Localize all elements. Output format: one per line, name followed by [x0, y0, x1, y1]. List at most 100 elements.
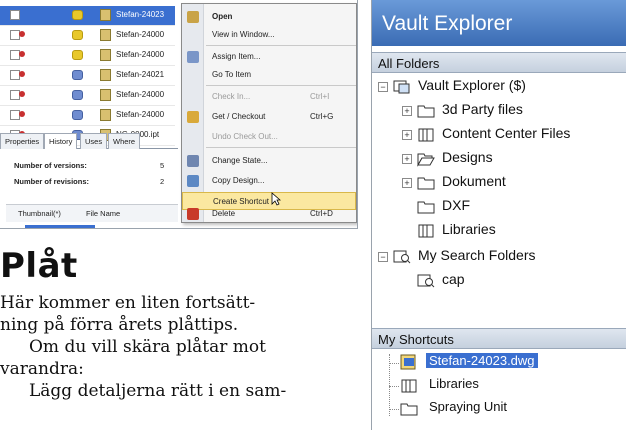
- folder-icon: [417, 105, 435, 118]
- part-file-icon: [100, 89, 111, 101]
- shortcut-label: Spraying Unit: [429, 399, 508, 414]
- status-pin-icon: [19, 31, 25, 37]
- col-file-name[interactable]: File Name: [86, 209, 120, 218]
- expand-icon[interactable]: +: [402, 130, 412, 140]
- part-file-icon: [100, 109, 111, 121]
- file-name: Stefan-24000: [116, 90, 165, 99]
- status-icon: [72, 50, 83, 60]
- file-row[interactable]: Stefan-24021: [0, 66, 175, 86]
- revisions-label: Number of revisions:: [14, 177, 90, 186]
- file-name: Stefan-24023: [116, 10, 165, 19]
- checkout-icon: [187, 111, 199, 123]
- assign-item-icon: [187, 51, 199, 63]
- shortcut-label: Stefan-24023.dwg: [426, 353, 538, 368]
- history-panel: Number of versions: 5 Number of revision…: [0, 150, 178, 228]
- article: Plåt Här kommer en liten fortsätt- ning …: [0, 248, 358, 402]
- all-folders-header[interactable]: All Folders: [372, 52, 626, 73]
- drawing-file-icon: [100, 9, 111, 21]
- vault-file-screenshot: Stefan-24023 Stefan-24000 Stefan-24000 S…: [0, 0, 358, 229]
- tree-connector: [389, 363, 399, 364]
- article-line: ning på förra årets plåttips.: [0, 315, 239, 335]
- tree-node-label: Dokument: [442, 173, 506, 189]
- expand-icon[interactable]: +: [402, 154, 412, 164]
- menu-item-undo-check-out[interactable]: Undo Check Out...: [182, 128, 356, 146]
- file-row[interactable]: Stefan-24000: [0, 26, 175, 46]
- drawing-file-icon: [100, 49, 111, 61]
- status-icon: [72, 70, 83, 80]
- tree-connector: [389, 409, 399, 410]
- status-icon: [72, 110, 83, 120]
- tree-node-label: 3d Party files: [442, 101, 523, 117]
- col-thumbnail[interactable]: Thumbnail(*): [18, 209, 61, 218]
- menu-separator: [206, 85, 356, 86]
- my-shortcuts-header[interactable]: My Shortcuts: [372, 328, 626, 349]
- folder-icon: [417, 177, 435, 190]
- article-body: Här kommer en liten fortsätt- ning på fö…: [0, 292, 358, 402]
- property-tabs: Properties History Uses Where: [0, 129, 178, 149]
- collapse-icon[interactable]: −: [378, 252, 388, 262]
- tree-node-label: Designs: [442, 149, 493, 165]
- checkbox[interactable]: [10, 10, 20, 20]
- article-line: varandra:: [0, 359, 84, 379]
- tab-history[interactable]: History: [44, 133, 78, 149]
- versions-value: 5: [160, 161, 165, 170]
- file-row[interactable]: Stefan-24000: [0, 86, 175, 106]
- file-name: Stefan-24021: [116, 70, 165, 79]
- status-pin-icon: [19, 71, 25, 77]
- mouse-pointer-icon: [271, 192, 281, 206]
- tab-properties[interactable]: Properties: [0, 133, 45, 149]
- library-icon: [418, 224, 434, 238]
- menu-item-view-in-window[interactable]: View in Window...: [182, 26, 356, 44]
- article-line: Lägg detaljerna rätt i en sam-: [29, 381, 287, 401]
- search-folder-icon: [393, 250, 411, 264]
- panel-title: Vault Explorer: [372, 0, 626, 46]
- menu-item-go-to-item[interactable]: Go To Item: [182, 66, 356, 84]
- tree-connector: [389, 386, 399, 387]
- selected-row-strip: [25, 225, 95, 228]
- file-row[interactable]: Stefan-24000: [0, 106, 175, 126]
- change-state-icon: [187, 155, 199, 167]
- status-pin-icon: [19, 91, 25, 97]
- delete-icon: [187, 208, 199, 220]
- menu-item-copy-design[interactable]: Copy Design...: [182, 172, 356, 190]
- status-icon: [72, 10, 83, 20]
- history-table-header: Thumbnail(*) File Name: [6, 204, 178, 222]
- tab-uses[interactable]: Uses: [80, 133, 108, 149]
- file-row[interactable]: Stefan-24000: [0, 46, 175, 66]
- search-folder-icon: [417, 274, 435, 288]
- menu-item-check-in[interactable]: Check In... Ctrl+I: [182, 88, 356, 106]
- tab-where[interactable]: Where: [108, 133, 141, 149]
- part-file-icon: [100, 69, 111, 81]
- status-icon: [72, 30, 83, 40]
- context-menu: Open View in Window... Assign Item... Go…: [181, 3, 357, 223]
- file-row[interactable]: Stefan-24023: [0, 6, 175, 26]
- menu-item-change-state[interactable]: Change State...: [182, 152, 356, 170]
- menu-separator: [206, 147, 356, 148]
- expand-icon[interactable]: +: [402, 178, 412, 188]
- folder-icon: [400, 403, 418, 416]
- shortcut-label: Libraries: [429, 376, 479, 391]
- revisions-value: 2: [160, 177, 165, 186]
- library-icon: [418, 128, 434, 142]
- collapse-icon[interactable]: −: [378, 82, 388, 92]
- drawing-file-icon: [100, 29, 111, 41]
- file-name: Stefan-24000: [116, 50, 165, 59]
- status-pin-icon: [19, 51, 25, 57]
- menu-item-get-checkout[interactable]: Get / Checkout Ctrl+G: [182, 108, 356, 126]
- library-icon: [401, 379, 417, 393]
- file-name: Stefan-24000: [116, 110, 165, 119]
- menu-item-assign-item[interactable]: Assign Item...: [182, 48, 356, 66]
- menu-item-delete[interactable]: Delete Ctrl+D: [182, 205, 356, 223]
- tree-node-label: My Search Folders: [418, 247, 536, 263]
- folder-icon: [417, 201, 435, 214]
- tree-node-label: Vault Explorer ($): [418, 77, 526, 93]
- expand-icon[interactable]: +: [402, 106, 412, 116]
- open-folder-icon: [417, 153, 435, 167]
- article-heading: Plåt: [0, 246, 78, 286]
- article-line: Här kommer en liten fortsätt-: [0, 293, 256, 313]
- file-name: Stefan-24000: [116, 30, 165, 39]
- file-grid: Stefan-24023 Stefan-24000 Stefan-24000 S…: [0, 6, 175, 146]
- menu-item-open[interactable]: Open: [182, 8, 356, 26]
- status-pin-icon: [19, 111, 25, 117]
- open-icon: [187, 11, 199, 23]
